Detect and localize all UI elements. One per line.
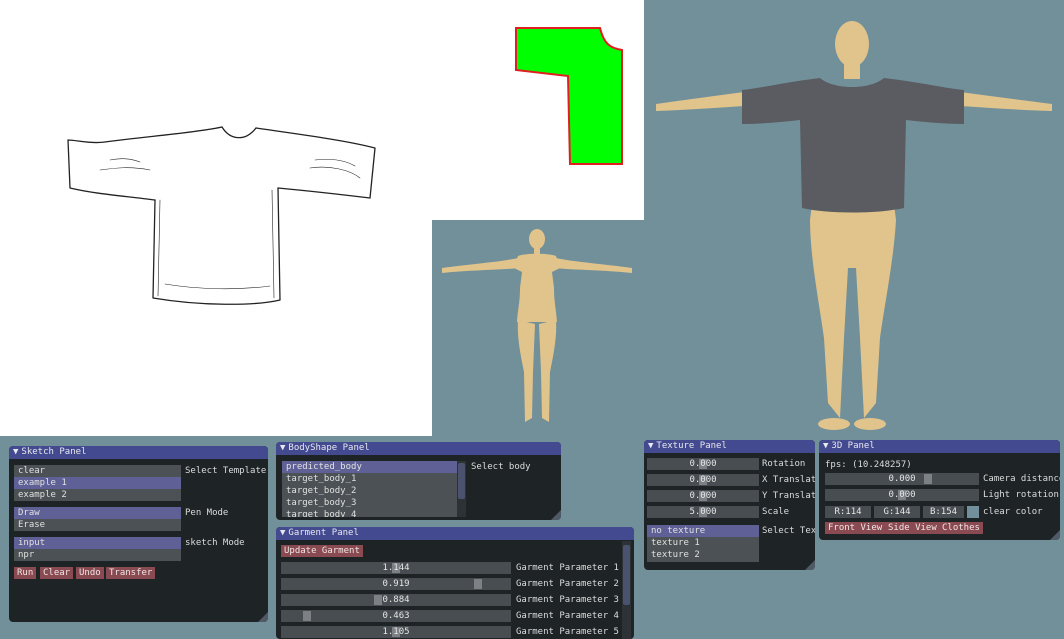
texture-slider-label: Rotation — [762, 459, 806, 469]
template-item[interactable]: example 1 — [14, 477, 181, 489]
clear-color-label: clear color — [983, 507, 1043, 517]
collapse-triangle-icon[interactable]: ▼ — [648, 440, 653, 453]
garment-parameter-label: Garment Parameter 1 — [516, 563, 619, 573]
camera-distance-slider[interactable]: 0.000 — [825, 473, 979, 485]
transfer-button[interactable]: Transfer — [106, 567, 156, 579]
template-item[interactable]: clear — [14, 465, 181, 477]
garment-pattern-piece — [515, 27, 623, 165]
light-rotation-slider[interactable]: 0.000 — [825, 489, 979, 501]
scrollbar-thumb[interactable] — [458, 463, 465, 499]
small-body-model — [442, 229, 632, 422]
color-g-field[interactable]: G:144 — [874, 506, 920, 518]
undo-button[interactable]: Undo — [76, 567, 104, 579]
sketch-mode-label: sketch Mode — [185, 538, 245, 548]
texture-item[interactable]: texture 1 — [647, 537, 759, 549]
body-item[interactable]: target_body_1 — [282, 473, 457, 485]
garment-panel-title[interactable]: ▼ Garment Panel — [276, 527, 634, 540]
pen-mode-label: Pen Mode — [185, 508, 229, 518]
camera-distance-label: Camera distance — [983, 474, 1060, 484]
template-list[interactable]: clear example 1 example 2 — [14, 465, 181, 501]
body-list[interactable]: predicted_body target_body_1 target_body… — [282, 461, 457, 517]
run-button[interactable]: Run — [14, 567, 37, 579]
pen-mode-item[interactable]: Erase — [14, 519, 181, 531]
garment-parameter-slider[interactable]: 1.105 — [281, 626, 511, 638]
template-label: Select Template — [185, 466, 267, 476]
sketch-canvas[interactable] — [0, 0, 432, 436]
texture-slider-label: X Translat — [762, 475, 815, 485]
texture-panel-title[interactable]: ▼ Texture Panel — [644, 440, 815, 453]
sketch-mode-item[interactable]: npr — [14, 549, 181, 561]
collapse-triangle-icon[interactable]: ▼ — [13, 446, 18, 459]
garment-parameter-label: Garment Parameter 3 — [516, 595, 619, 605]
body-list-scrollbar[interactable] — [457, 461, 466, 517]
garment-parameter-slider[interactable]: 1.144 — [281, 562, 511, 574]
light-rotation-label: Light rotation — [983, 490, 1059, 500]
garment-parameter-slider[interactable]: 0.919 — [281, 578, 511, 590]
3d-panel: ▼ 3D Panel fps: (10.248257) 0.000 Camera … — [819, 440, 1060, 540]
fps-readout: fps: (10.248257) — [825, 460, 912, 470]
garment-parameter-slider[interactable]: 0.463 — [281, 610, 511, 622]
garment-panel: ▼ Garment Panel Update Garment 1.144 Garme… — [276, 527, 634, 639]
texture-item[interactable]: texture 2 — [647, 549, 759, 561]
texture-slider[interactable]: 0.000 — [647, 474, 759, 486]
body-item[interactable]: predicted_body — [282, 461, 457, 473]
color-b-field[interactable]: B:154 — [923, 506, 964, 518]
collapse-triangle-icon[interactable]: ▼ — [280, 527, 285, 540]
resize-grip[interactable] — [805, 560, 815, 570]
tshirt-sketch — [67, 126, 376, 305]
texture-item[interactable]: no texture — [647, 525, 759, 537]
clear-button[interactable]: Clear — [40, 567, 74, 579]
texture-panel: ▼ Texture Panel 0.000 Rotation 0.000 X Trans… — [644, 440, 815, 570]
pen-mode-item[interactable]: Draw — [14, 507, 181, 519]
texture-label: Select Tex — [762, 526, 815, 536]
garment-parameter-label: Garment Parameter 4 — [516, 611, 619, 621]
pen-mode-list[interactable]: Draw Erase — [14, 507, 181, 531]
garment-parameter-label: Garment Parameter 5 — [516, 627, 619, 637]
sketch-mode-list[interactable]: input npr — [14, 537, 181, 561]
garment-panel-scrollbar[interactable] — [622, 541, 631, 639]
collapse-triangle-icon[interactable]: ▼ — [280, 442, 285, 455]
collapse-triangle-icon[interactable]: ▼ — [823, 440, 828, 453]
front-view-button[interactable]: Front View — [825, 522, 886, 534]
clear-color-swatch[interactable] — [967, 506, 979, 518]
body-item[interactable]: target_body_4 — [282, 509, 457, 517]
resize-grip[interactable] — [1050, 530, 1060, 540]
resize-grip[interactable] — [258, 612, 268, 622]
scrollbar-thumb[interactable] — [623, 545, 630, 605]
garment-parameter-label: Garment Parameter 2 — [516, 579, 619, 589]
sketch-panel-title[interactable]: ▼ Sketch Panel — [9, 446, 268, 459]
body-item[interactable]: target_body_3 — [282, 497, 457, 509]
color-r-field[interactable]: R:114 — [825, 506, 871, 518]
texture-slider[interactable]: 5.000 — [647, 506, 759, 518]
bodyshape-panel-title[interactable]: ▼ BodyShape Panel — [276, 442, 561, 455]
garment-parameter-slider[interactable]: 0.884 — [281, 594, 511, 606]
texture-slider[interactable]: 0.000 — [647, 490, 759, 502]
texture-list[interactable]: no texture texture 1 texture 2 — [647, 525, 759, 562]
resize-grip[interactable] — [551, 510, 561, 520]
bodyshape-panel: ▼ BodyShape Panel predicted_body target_b… — [276, 442, 561, 520]
pattern-view — [432, 0, 644, 220]
texture-slider-label: Scale — [762, 507, 790, 517]
sketch-mode-item[interactable]: input — [14, 537, 181, 549]
body-label: Select body — [471, 462, 531, 472]
update-garment-button[interactable]: Update Garment — [281, 545, 363, 557]
large-body-model — [656, 21, 1052, 430]
sketch-panel: ▼ Sketch Panel clear example 1 example 2 … — [9, 446, 268, 622]
template-item[interactable]: example 2 — [14, 489, 181, 501]
side-view-button[interactable]: Side View — [885, 522, 940, 534]
clothes-button[interactable]: Clothes — [939, 522, 983, 534]
texture-slider-label: Y Translat — [762, 491, 815, 501]
body-item[interactable]: target_body_2 — [282, 485, 457, 497]
texture-slider[interactable]: 0.000 — [647, 458, 759, 470]
3d-panel-title[interactable]: ▼ 3D Panel — [819, 440, 1060, 453]
